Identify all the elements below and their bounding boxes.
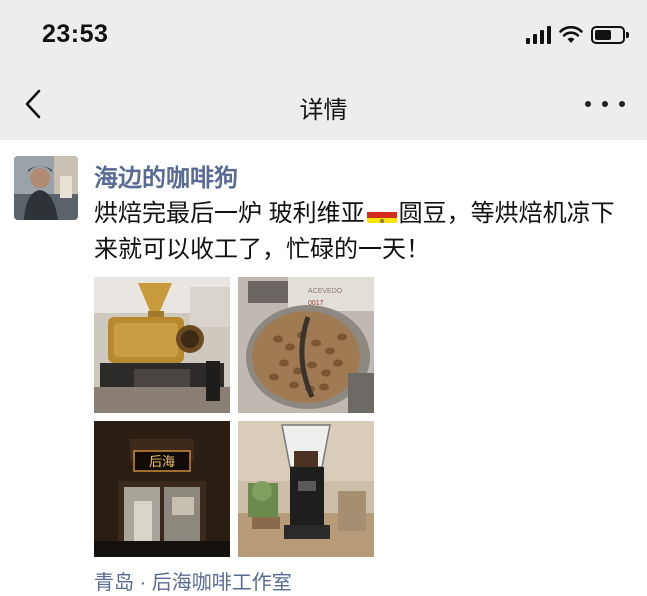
wifi-icon bbox=[559, 26, 583, 43]
post-text: 烘焙完最后一炉 玻利维亚 圆豆，等烘焙机凉下来就可以收工了，忙碌的一天！ bbox=[94, 196, 634, 268]
status-bar: 23:53 bbox=[0, 0, 647, 68]
more-dot-icon bbox=[585, 101, 591, 107]
location-link[interactable]: 青岛 · 后海咖啡工作室 bbox=[94, 566, 292, 595]
status-time: 23:53 bbox=[42, 20, 109, 48]
battery-icon bbox=[591, 26, 629, 44]
bag-label-text: ACEVEDO bbox=[308, 288, 343, 295]
roasted-beans-photo[interactable]: ACEVEDO 0017 bbox=[238, 277, 374, 413]
photo-grid: ACEVEDO 0017 后海 bbox=[94, 277, 376, 557]
cellular-signal-icon bbox=[526, 26, 551, 44]
page-title: 详情 bbox=[299, 97, 348, 124]
author-name[interactable]: 海边的咖啡狗 bbox=[94, 158, 238, 193]
status-icons bbox=[526, 24, 629, 46]
more-dot-icon bbox=[619, 101, 625, 107]
avatar[interactable] bbox=[14, 156, 78, 220]
more-options-button[interactable] bbox=[585, 92, 625, 116]
coffee-grinder-photo[interactable] bbox=[238, 421, 374, 557]
roaster-machine-photo[interactable] bbox=[94, 277, 230, 413]
shop-sign-text: 后海 bbox=[149, 455, 175, 470]
moment-post: 海边的咖啡狗 烘焙完最后一炉 玻利维亚 圆豆，等烘焙机凉下来就可以收工了，忙碌的一… bbox=[0, 140, 647, 596]
bolivia-flag-icon bbox=[366, 205, 397, 223]
nav-bar: 详情 bbox=[0, 68, 647, 140]
shop-sign-photo[interactable]: 后海 bbox=[94, 421, 230, 557]
more-dot-icon bbox=[602, 101, 608, 107]
post-text-part1: 烘焙完最后一炉 玻利维亚 bbox=[94, 200, 365, 227]
